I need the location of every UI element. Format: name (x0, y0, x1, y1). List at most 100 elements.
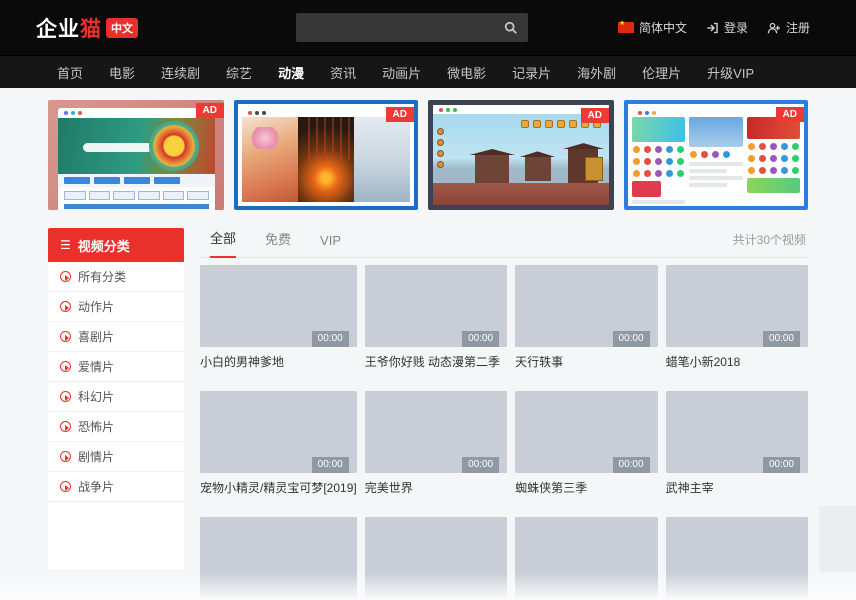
video-thumbnail[interactable] (200, 517, 357, 599)
video-thumbnail[interactable] (666, 517, 808, 599)
ad-banner-3[interactable]: AD (428, 100, 614, 210)
filter-tab[interactable]: 免费 (265, 229, 291, 257)
sidebar-category-item[interactable]: 恐怖片 (48, 412, 184, 442)
nav-item[interactable]: 电影 (109, 63, 135, 82)
sidebar-category-label: 剧情片 (78, 448, 114, 465)
video-card[interactable]: 00:00 蜡笔小新2018 (666, 265, 808, 370)
video-card[interactable]: 00:00 武神主宰 (666, 391, 808, 496)
ad-banner-4-artwork (632, 117, 800, 204)
nav-item[interactable]: 首页 (57, 63, 83, 82)
video-card[interactable]: 00:00 天行轶事 (515, 265, 657, 370)
video-thumbnail[interactable] (365, 517, 507, 599)
ad-banner-1[interactable]: AD (48, 100, 224, 210)
category-sidebar: ☰ 视频分类 所有分类 动作片 喜剧片 爱情片 科幻片 恐怖片 剧情片 战争片 (48, 228, 184, 569)
sidebar-category-label: 动作片 (78, 298, 114, 315)
video-thumbnail[interactable]: 00:00 (365, 265, 507, 347)
duration-badge: 00:00 (613, 331, 650, 347)
video-card[interactable] (666, 517, 808, 599)
video-thumbnail[interactable]: 00:00 (666, 265, 808, 347)
video-thumbnail[interactable]: 00:00 (200, 265, 357, 347)
site-logo[interactable]: 企业猫 中文 (36, 13, 138, 43)
play-circle-icon (60, 451, 71, 462)
sidebar-category-item[interactable]: 剧情片 (48, 442, 184, 472)
duration-badge: 00:00 (312, 331, 349, 347)
register-link[interactable]: 注册 (767, 19, 810, 36)
ad-banner-4[interactable]: AD (624, 100, 808, 210)
video-card[interactable]: 00:00 完美世界 (365, 391, 507, 496)
video-card[interactable] (515, 517, 657, 599)
sidebar-category-item[interactable]: 动作片 (48, 292, 184, 322)
video-title: 蜡笔小新2018 (666, 355, 808, 370)
nav-item[interactable]: 伦理片 (642, 63, 681, 82)
main-nav: 首页 电影 连续剧 综艺 动漫 资讯 动画片 微电影 记录片 海外剧 伦理片 升… (0, 55, 856, 88)
video-card[interactable]: 00:00 王爷你好贱 动态漫第二季 (365, 265, 507, 370)
sidebar-category-item[interactable]: 爱情片 (48, 352, 184, 382)
nav-item[interactable]: 海外剧 (577, 63, 616, 82)
nav-item[interactable]: 综艺 (226, 63, 252, 82)
filter-tab[interactable]: 全部 (210, 228, 236, 258)
video-thumbnail[interactable]: 00:00 (200, 391, 357, 473)
video-title: 宠物小精灵/精灵宝可梦[2019] (200, 481, 357, 496)
video-title: 完美世界 (365, 481, 507, 496)
ad-badge: AD (776, 107, 804, 122)
nav-item[interactable]: 资讯 (330, 63, 356, 82)
video-thumbnail[interactable] (515, 517, 657, 599)
nav-item[interactable]: 微电影 (447, 63, 486, 82)
login-link[interactable]: 登录 (706, 19, 748, 36)
video-thumbnail[interactable]: 00:00 (666, 391, 808, 473)
filter-tab[interactable]: VIP (320, 233, 341, 257)
duration-badge: 00:00 (462, 331, 499, 347)
duration-badge: 00:00 (763, 331, 800, 347)
video-title: 武神主宰 (666, 481, 808, 496)
sidebar-category-list: 所有分类 动作片 喜剧片 爱情片 科幻片 恐怖片 剧情片 战争片 (48, 262, 184, 569)
register-label: 注册 (786, 19, 810, 36)
play-circle-icon (60, 481, 71, 492)
video-title: 小白的男神爹地 (200, 355, 357, 370)
video-card[interactable] (365, 517, 507, 599)
video-card[interactable]: 00:00 宠物小精灵/精灵宝可梦[2019] (200, 391, 357, 496)
search-button[interactable] (494, 13, 528, 42)
sidebar-category-label: 喜剧片 (78, 328, 114, 345)
register-icon (767, 22, 781, 34)
nav-item[interactable]: 升级VIP (707, 63, 754, 82)
language-switch[interactable]: 简体中文 (618, 19, 687, 36)
login-label: 登录 (724, 19, 748, 36)
nav-item[interactable]: 连续剧 (161, 63, 200, 82)
search-input[interactable] (296, 21, 494, 35)
sidebar-category-item[interactable]: 科幻片 (48, 382, 184, 412)
floating-widget[interactable] (819, 506, 856, 572)
video-thumbnail[interactable]: 00:00 (365, 391, 507, 473)
sidebar-category-label: 所有分类 (78, 268, 126, 285)
video-card[interactable]: 00:00 小白的男神爹地 (200, 265, 357, 370)
duration-badge: 00:00 (462, 457, 499, 473)
login-icon (706, 22, 719, 34)
video-title: 蜘蛛侠第三季 (515, 481, 657, 496)
sidebar-title: 视频分类 (78, 236, 130, 255)
video-card[interactable] (200, 517, 357, 599)
play-circle-icon (60, 271, 71, 282)
video-thumbnail[interactable]: 00:00 (515, 265, 657, 347)
ad-badge: AD (581, 108, 609, 123)
sidebar-category-item[interactable]: 所有分类 (48, 262, 184, 292)
play-circle-icon (60, 301, 71, 312)
duration-badge: 00:00 (613, 457, 650, 473)
video-grid: 00:00 小白的男神爹地 00:00 王爷你好贱 动态漫第二季 00:00 天… (200, 265, 808, 600)
nav-item[interactable]: 动漫 (278, 63, 304, 82)
ad-banner-2[interactable]: AD (234, 100, 418, 210)
sidebar-category-label: 科幻片 (78, 388, 114, 405)
sidebar-category-item[interactable]: 战争片 (48, 472, 184, 502)
video-thumbnail[interactable]: 00:00 (515, 391, 657, 473)
sidebar-category-label: 战争片 (78, 478, 114, 495)
sidebar-header: ☰ 视频分类 (48, 228, 184, 262)
sidebar-category-label: 恐怖片 (78, 418, 114, 435)
play-circle-icon (60, 391, 71, 402)
video-card[interactable]: 00:00 蜘蛛侠第三季 (515, 391, 657, 496)
nav-item[interactable]: 记录片 (512, 63, 551, 82)
ad-banner-1-artwork (58, 108, 215, 210)
play-circle-icon (60, 361, 71, 372)
sidebar-category-item[interactable]: 喜剧片 (48, 322, 184, 352)
nav-item[interactable]: 动画片 (382, 63, 421, 82)
ad-banner-2-artwork (242, 117, 410, 202)
ad-badge: AD (196, 103, 224, 118)
search-icon (504, 21, 518, 35)
